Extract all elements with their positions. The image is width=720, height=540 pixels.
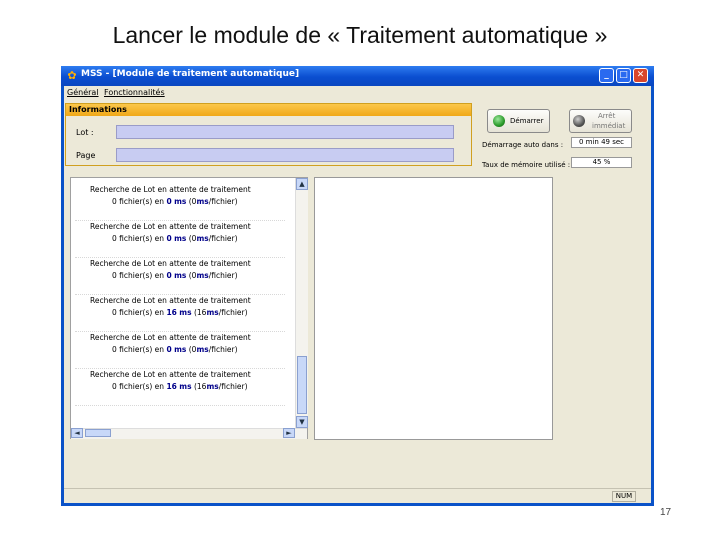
stop-icon <box>573 115 585 127</box>
log-entry: Recherche de Lot en attente de traitemen… <box>75 369 285 406</box>
page-field[interactable] <box>116 148 454 162</box>
log-ms-value: 16 <box>166 308 177 317</box>
close-button[interactable]: ✕ <box>633 68 648 83</box>
lot-label: Lot : <box>76 128 94 137</box>
log-entry-stats: 0 fichier(s) en 16 ms (16ms/fichier) <box>75 381 285 393</box>
scroll-down-button[interactable]: ▼ <box>296 416 308 428</box>
maximize-button[interactable]: □ <box>616 68 631 83</box>
log-ms-value: 16 <box>166 382 177 391</box>
log-entry-message: Recherche de Lot en attente de traitemen… <box>90 185 251 194</box>
log-files-text: 0 fichier(s) en <box>112 308 165 317</box>
page-number: 17 <box>660 507 672 518</box>
scroll-up-button[interactable]: ▲ <box>296 178 308 190</box>
scroll-right-button[interactable]: ► <box>283 428 295 438</box>
page-label: Page <box>76 151 96 160</box>
log-entry-message: Recherche de Lot en attente de traitemen… <box>90 259 251 268</box>
log-ms-value: 0 <box>166 345 172 354</box>
horizontal-scroll-thumb[interactable] <box>85 429 111 437</box>
log-ms-unit: ms <box>179 308 192 317</box>
log-rate-prefix: (16 <box>193 308 207 317</box>
start-button-label: Démarrer <box>510 117 544 125</box>
log-files-text: 0 fichier(s) en <box>112 382 165 391</box>
log-files-text: 0 fichier(s) en <box>112 271 165 280</box>
log-ms-unit: ms <box>174 345 187 354</box>
log-ms-value: 0 <box>166 234 172 243</box>
auto-start-label: Démarrage auto dans : <box>482 141 564 149</box>
log-entry-stats: 0 fichier(s) en 0 ms (0ms/fichier) <box>75 196 285 208</box>
app-window: ✿ MSS - [Module de traitement automatiqu… <box>61 66 654 506</box>
stop-button-label-1: Arrêt <box>598 112 616 120</box>
lot-field[interactable] <box>116 125 454 139</box>
start-button[interactable]: Démarrer <box>487 109 550 133</box>
log-entry: Recherche de Lot en attente de traitemen… <box>75 184 285 221</box>
memory-value: 45 % <box>571 157 632 168</box>
log-rate-suffix: /fichier) <box>218 382 248 391</box>
log-ms-unit: ms <box>174 271 187 280</box>
stop-button-label-2: immédiat <box>592 122 626 130</box>
log-entry-message: Recherche de Lot en attente de traitemen… <box>90 296 251 305</box>
vertical-scroll-thumb[interactable] <box>297 356 307 414</box>
log-entry-message: Recherche de Lot en attente de traitemen… <box>90 222 251 231</box>
preview-pane <box>314 177 553 440</box>
log-ms-unit: ms <box>179 382 192 391</box>
start-icon <box>493 115 505 127</box>
slide-title: Lancer le module de « Traitement automat… <box>112 22 608 48</box>
log-rate-suffix: /fichier) <box>208 271 238 280</box>
log-files-text: 0 fichier(s) en <box>112 197 165 206</box>
log-entry-stats: 0 fichier(s) en 0 ms (0ms/fichier) <box>75 270 285 282</box>
log-files-text: 0 fichier(s) en <box>112 345 165 354</box>
log-rate-unit: ms <box>206 308 219 317</box>
app-icon: ✿ <box>67 69 77 82</box>
log-entry: Recherche de Lot en attente de traitemen… <box>75 332 285 369</box>
log-entry: Recherche de Lot en attente de traitemen… <box>75 295 285 332</box>
log-ms-unit: ms <box>174 197 187 206</box>
log-entries: Recherche de Lot en attente de traitemen… <box>75 184 285 406</box>
log-entry-message: Recherche de Lot en attente de traitemen… <box>90 370 251 379</box>
log-rate-suffix: /fichier) <box>208 197 238 206</box>
status-bar: NUM <box>64 488 651 504</box>
vertical-scrollbar[interactable]: ▲ ▼ <box>295 178 308 428</box>
info-panel-header: Informations <box>66 104 471 116</box>
window-client-area: Général Fonctionnalités Informations Lot… <box>64 86 651 503</box>
log-rate-suffix: /fichier) <box>208 234 238 243</box>
log-entry-message: Recherche de Lot en attente de traitemen… <box>90 333 251 342</box>
log-files-text: 0 fichier(s) en <box>112 234 165 243</box>
log-rate-unit: ms <box>196 234 209 243</box>
log-rate-suffix: /fichier) <box>208 345 238 354</box>
scroll-left-button[interactable]: ◄ <box>71 428 83 438</box>
info-panel-title: Informations <box>69 105 127 114</box>
log-entry-stats: 0 fichier(s) en 0 ms (0ms/fichier) <box>75 233 285 245</box>
memory-label: Taux de mémoire utilisé : <box>482 161 571 169</box>
menu-fonctionnalites[interactable]: Fonctionnalités <box>104 88 165 97</box>
window-titlebar[interactable]: ✿ MSS - [Module de traitement automatiqu… <box>61 66 654 86</box>
log-rate-unit: ms <box>196 345 209 354</box>
minimize-button[interactable]: _ <box>599 68 614 83</box>
log-rate-unit: ms <box>206 382 219 391</box>
log-ms-value: 0 <box>166 197 172 206</box>
log-entry: Recherche de Lot en attente de traitemen… <box>75 221 285 258</box>
menu-general[interactable]: Général <box>67 88 99 97</box>
horizontal-scrollbar[interactable]: ◄ ► <box>71 428 307 439</box>
log-ms-value: 0 <box>166 271 172 280</box>
window-title: MSS - [Module de traitement automatique] <box>81 69 300 79</box>
menu-bar: Général Fonctionnalités <box>64 86 651 101</box>
log-rate-suffix: /fichier) <box>218 308 248 317</box>
info-panel: Informations Lot : Page <box>65 103 472 166</box>
log-ms-unit: ms <box>174 234 187 243</box>
log-entry-stats: 0 fichier(s) en 0 ms (0ms/fichier) <box>75 344 285 356</box>
stop-button[interactable]: Arrêt immédiat <box>569 109 632 133</box>
log-rate-unit: ms <box>196 271 209 280</box>
log-list[interactable]: Recherche de Lot en attente de traitemen… <box>70 177 308 439</box>
auto-start-value: 0 min 49 sec <box>571 137 632 148</box>
log-entry: Recherche de Lot en attente de traitemen… <box>75 258 285 295</box>
num-lock-indicator: NUM <box>612 491 636 502</box>
log-rate-unit: ms <box>196 197 209 206</box>
log-rate-prefix: (16 <box>193 382 207 391</box>
log-entry-stats: 0 fichier(s) en 16 ms (16ms/fichier) <box>75 307 285 319</box>
